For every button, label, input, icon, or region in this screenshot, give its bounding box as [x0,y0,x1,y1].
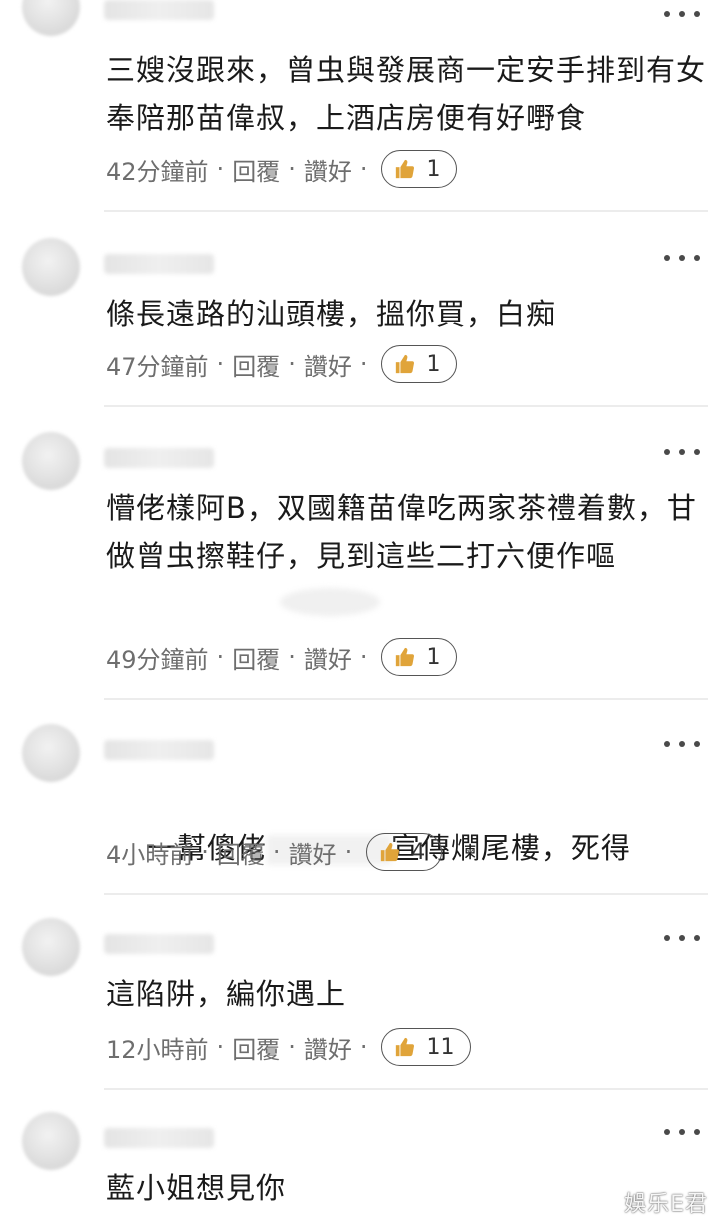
thumbs-up-icon [396,159,415,179]
like-count: 4 [411,839,426,865]
more-options-icon[interactable] [664,932,700,944]
separator-dot: · [359,1033,368,1061]
like-link[interactable]: 讚好 [304,347,352,382]
avatar[interactable] [22,0,80,36]
separator-dot: · [216,643,225,671]
avatar[interactable] [22,724,80,782]
comment-meta: 49分鐘前 · 回覆 · 讚好 · 1 [106,638,458,676]
avatar[interactable] [22,918,80,976]
username-blurred [104,254,214,274]
divider [104,698,708,700]
separator-dot: · [288,350,296,378]
more-options-icon[interactable] [664,8,700,20]
separator-dot: · [359,350,368,378]
comment-text: 懵佬樣阿B，双國籍苗偉吃两家茶禮着數，甘 做曾虫擦鞋仔，見到這些二打六便作嘔 [106,491,697,573]
separator-dot: · [288,155,296,183]
reply-link[interactable]: 回覆 [217,835,265,870]
timestamp: 12小時前 [106,1035,209,1064]
like-link[interactable]: 讚好 [304,1030,352,1065]
comment-meta: 12小時前 · 回覆 · 讚好 · 11 [106,1028,472,1066]
comment-text: 藍小姐想見你 [106,1171,287,1205]
separator-dot: · [201,838,209,866]
more-options-icon[interactable] [664,738,700,750]
username-blurred [104,1128,214,1148]
separator-dot: · [216,155,225,183]
separator-dot: · [344,838,353,866]
reply-link[interactable]: 回覆 [232,347,280,382]
like-count: 1 [426,351,441,377]
comment-text: 條長遠路的汕頭樓，搵你買，白痴 [106,297,557,331]
divider [104,893,708,895]
timestamp: 42分鐘前 [106,157,209,186]
avatar[interactable] [22,238,80,296]
like-count: 11 [426,1034,455,1060]
username-blurred [104,448,214,468]
divider [104,405,708,407]
thumbs-up-icon [381,842,400,862]
timestamp: 49分鐘前 [106,645,209,674]
like-count: 1 [426,156,441,182]
more-options-icon[interactable] [664,252,700,264]
separator-dot: · [288,643,296,671]
separator-dot: · [216,350,225,378]
blurred-area [280,588,380,616]
comment-text: 這陷阱，編你遇上 [106,977,347,1011]
timestamp: 4小時前 [106,840,194,869]
separator-dot: · [359,155,368,183]
like-count-button[interactable]: 11 [381,1028,472,1066]
like-link[interactable]: 讚好 [304,640,352,675]
reply-link[interactable]: 回覆 [232,152,280,187]
separator-dot: · [216,1033,225,1061]
comment-meta: 4小時前 · 回覆 · 讚好 · 4 [106,833,443,871]
thumbs-up-icon [396,1037,415,1057]
username-blurred [104,934,214,954]
avatar[interactable] [22,1112,80,1170]
comment-text: 三嫂沒跟來，曾虫與發展商一定安手排到有女 奉陪那苗偉叔，上酒店房便有好嘢食 [106,53,707,135]
comment-meta: 42分鐘前 · 回覆 · 讚好 · 1 [106,150,458,188]
like-count: 1 [426,644,441,670]
like-count-button[interactable]: 1 [381,150,458,188]
like-count-button[interactable]: 1 [381,345,458,383]
separator-dot: · [288,1033,296,1061]
reply-link[interactable]: 回覆 [232,640,280,675]
reply-link[interactable]: 回覆 [232,1030,280,1065]
thumbs-up-icon [396,354,415,374]
username-blurred [104,740,214,760]
separator-dot: · [359,643,368,671]
more-options-icon[interactable] [664,1126,700,1138]
like-count-button[interactable]: 1 [381,638,458,676]
like-link[interactable]: 讚好 [289,835,337,870]
divider [104,210,708,212]
separator-dot: · [272,838,281,866]
thumbs-up-icon [396,647,415,667]
avatar[interactable] [22,432,80,490]
like-count-button[interactable]: 4 [366,833,443,871]
comment-list: 三嫂沒跟來，曾虫與發展商一定安手排到有女 奉陪那苗偉叔，上酒店房便有好嘢食 42… [0,0,720,1228]
more-options-icon[interactable] [664,446,700,458]
watermark-text: 娛乐E君 [624,1192,708,1217]
like-link[interactable]: 讚好 [304,152,352,187]
divider [104,1088,708,1090]
username-blurred [104,0,214,20]
comment-meta: 47分鐘前 · 回覆 · 讚好 · 1 [106,345,458,383]
timestamp: 47分鐘前 [106,352,209,381]
